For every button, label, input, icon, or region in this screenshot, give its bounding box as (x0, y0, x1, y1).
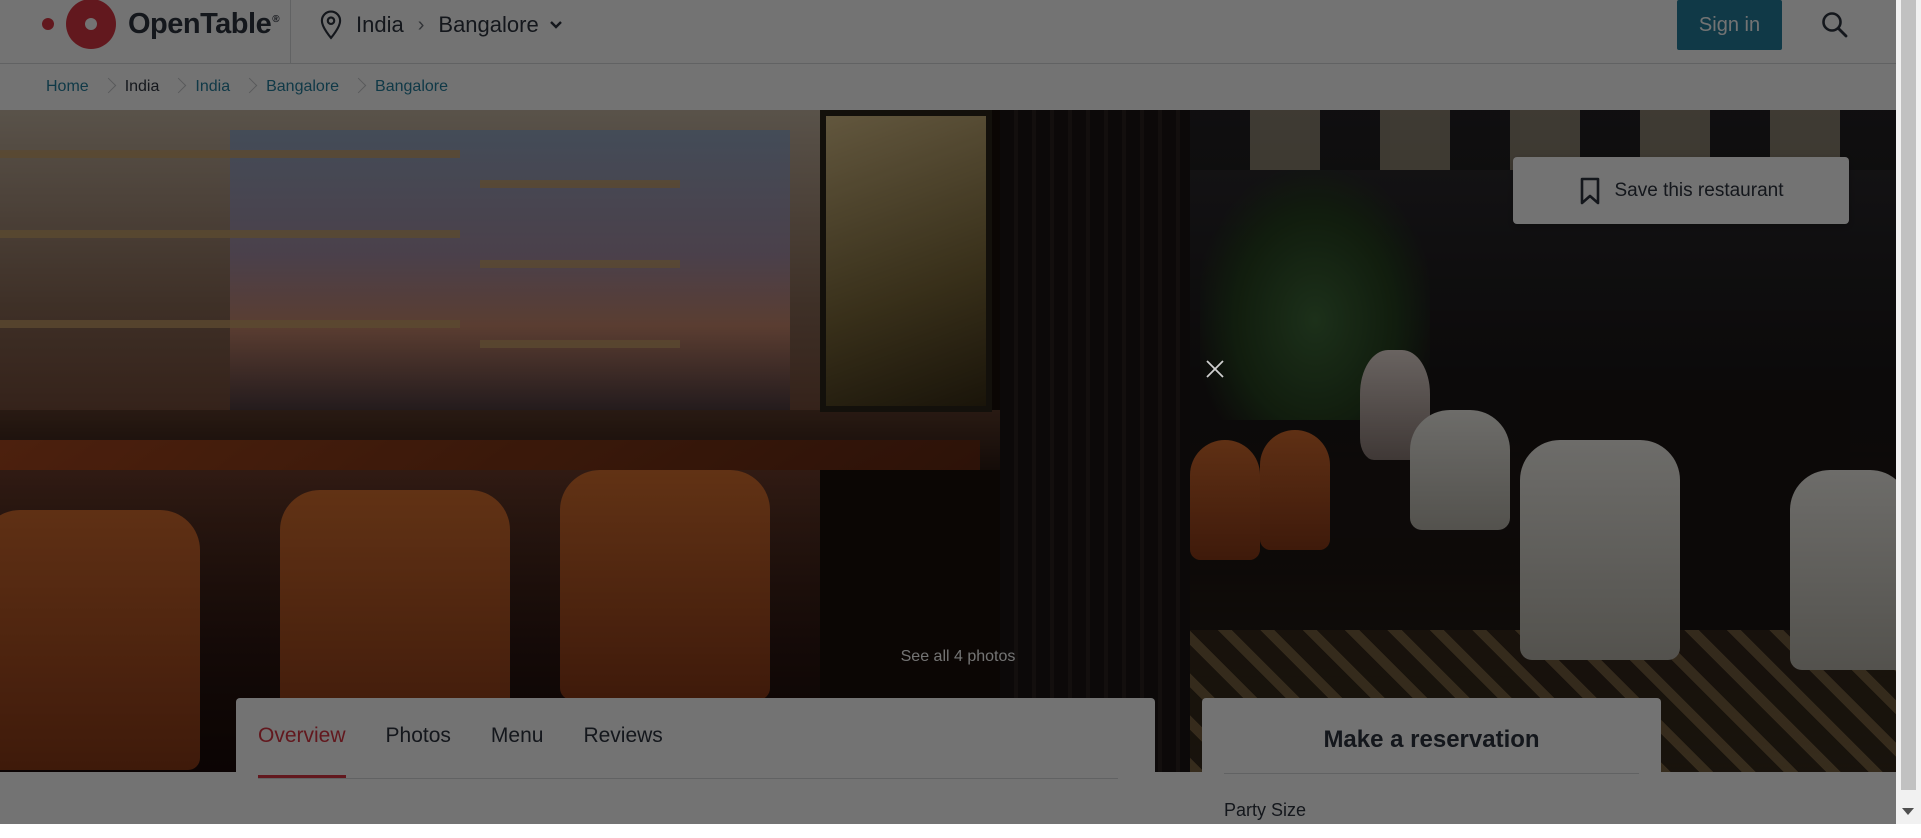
logo-dot (42, 18, 54, 30)
map-pin-icon (320, 10, 342, 40)
reservation-card: Make a reservation Party Size (1202, 698, 1661, 838)
breadcrumb-chevron-icon (101, 76, 113, 98)
restaurant-tabs: Overview Photos Menu Reviews (258, 698, 703, 778)
breadcrumb: Home India India Bangalore Bangalore (46, 76, 448, 98)
party-size-label: Party Size (1224, 800, 1307, 820)
breadcrumb-chevron-icon (351, 76, 363, 98)
pillar (1000, 110, 1190, 772)
bookmark-icon (1580, 177, 1599, 204)
scroll-down-arrow-icon[interactable] (1902, 808, 1914, 815)
site-header: OpenTable® India › Bangalore Sign in (0, 0, 1896, 64)
save-restaurant-button[interactable]: Save this restaurant (1513, 157, 1849, 224)
dining-chair (1190, 440, 1260, 560)
breadcrumb-region[interactable]: India (195, 78, 230, 96)
brand-wordmark: OpenTable® (128, 7, 280, 40)
tab-reviews[interactable]: Reviews (583, 724, 662, 778)
shelf (0, 150, 460, 158)
dining-chair (1790, 470, 1896, 670)
logo-ring-icon (66, 0, 116, 49)
breadcrumb-chevron-icon (242, 76, 254, 98)
wall-painting (820, 110, 992, 412)
breadcrumb-neighborhood[interactable]: Bangalore (375, 78, 448, 96)
bar-stool (560, 470, 770, 700)
location-picker[interactable]: India › Bangalore (318, 6, 575, 44)
bar-glow (0, 440, 980, 470)
dining-chair (1520, 440, 1680, 660)
search-icon[interactable] (1820, 10, 1850, 40)
page-scrollbar[interactable] (1896, 0, 1921, 824)
tab-photos[interactable]: Photos (386, 724, 451, 778)
see-all-photos-link[interactable]: See all 4 photos (888, 648, 1028, 672)
breadcrumb-chevron-icon (171, 76, 183, 98)
breadcrumb-metro[interactable]: Bangalore (266, 78, 339, 96)
shelf (480, 180, 680, 188)
shelf (480, 340, 680, 348)
reservation-title: Make a reservation (1323, 726, 1540, 753)
tab-overview[interactable]: Overview (258, 724, 346, 778)
chevron-down-icon (549, 21, 562, 29)
bar-stool (0, 510, 200, 770)
dining-chair (1410, 410, 1510, 530)
breadcrumb-home[interactable]: Home (46, 78, 89, 96)
window-sky (230, 130, 790, 410)
shelf (480, 260, 680, 268)
breadcrumb-country: India (124, 78, 160, 95)
tab-menu[interactable]: Menu (491, 724, 544, 778)
sign-in-button[interactable]: Sign in (1677, 0, 1782, 50)
location-country: India (356, 12, 404, 37)
shelf (0, 230, 460, 238)
tabs-divider (258, 778, 1118, 779)
restaurant-content-card: Overview Photos Menu Reviews (236, 698, 1155, 838)
opentable-logo[interactable]: OpenTable® (42, 0, 280, 51)
location-separator-icon: › (417, 13, 425, 36)
header-divider (290, 0, 291, 63)
shelf (0, 320, 460, 328)
scrollbar-thumb[interactable] (1901, 0, 1916, 790)
close-icon[interactable] (1203, 357, 1227, 381)
reservation-divider (1224, 773, 1639, 774)
location-city: Bangalore (438, 12, 539, 37)
save-restaurant-label: Save this restaurant (1614, 179, 1784, 201)
dining-chair (1260, 430, 1330, 550)
